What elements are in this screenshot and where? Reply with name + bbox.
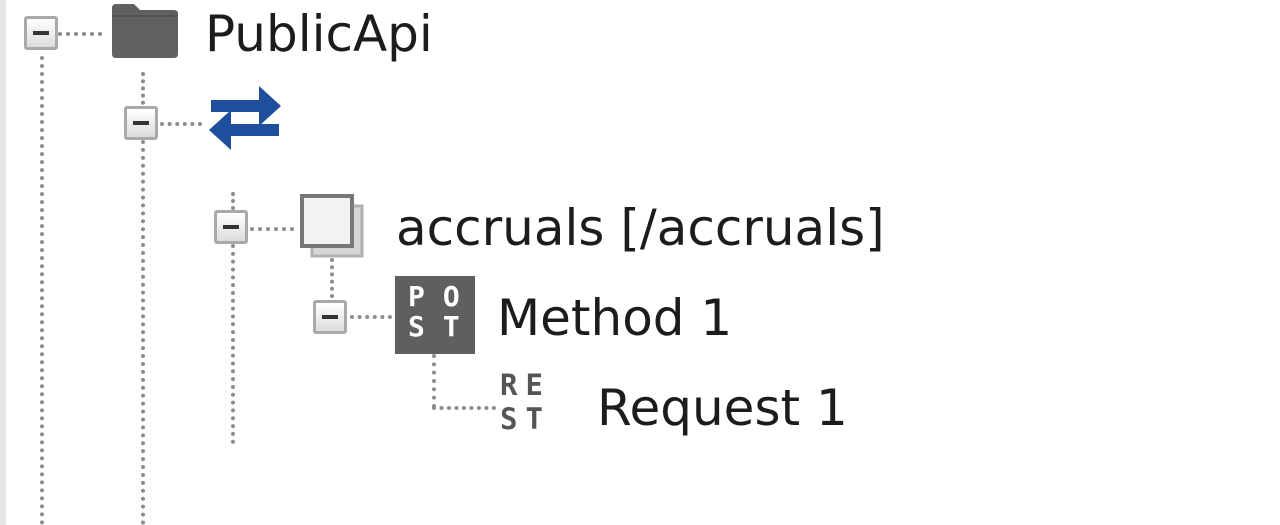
tree-node-label: Request 1 xyxy=(597,379,848,437)
tree-connector-line xyxy=(231,192,235,210)
tree-connector-line xyxy=(250,227,294,231)
tree-connector-line xyxy=(58,32,102,36)
collapse-toggle-interface[interactable] xyxy=(124,106,158,140)
tree-connector-line xyxy=(350,315,392,319)
collapse-toggle-publicapi[interactable] xyxy=(24,16,58,50)
tree-node-label: Method 1 xyxy=(497,289,733,347)
tree-left-border xyxy=(0,0,6,525)
folder-icon xyxy=(112,4,178,58)
collapse-toggle-method[interactable] xyxy=(313,300,347,334)
post-method-icon: PO ST xyxy=(395,276,475,354)
tree-node-label: PublicApi xyxy=(205,5,433,63)
rest-request-icon: RE ST xyxy=(500,368,551,436)
swap-arrows-icon xyxy=(209,86,281,150)
tree-node-label: accruals [/accruals] xyxy=(396,199,885,257)
tree-connector-line xyxy=(432,406,496,410)
collapse-toggle-accruals[interactable] xyxy=(214,210,248,244)
tree-connector-line xyxy=(432,354,436,408)
tree-connector-line xyxy=(40,56,44,525)
resource-icon xyxy=(300,194,364,258)
tree-connector-line xyxy=(330,258,334,298)
tree-connector-line xyxy=(231,244,235,444)
tree-connector-line xyxy=(160,122,202,126)
project-tree: PublicApi accruals [/accruals] PO ST Meth… xyxy=(0,0,1280,525)
tree-connector-line xyxy=(141,140,145,525)
